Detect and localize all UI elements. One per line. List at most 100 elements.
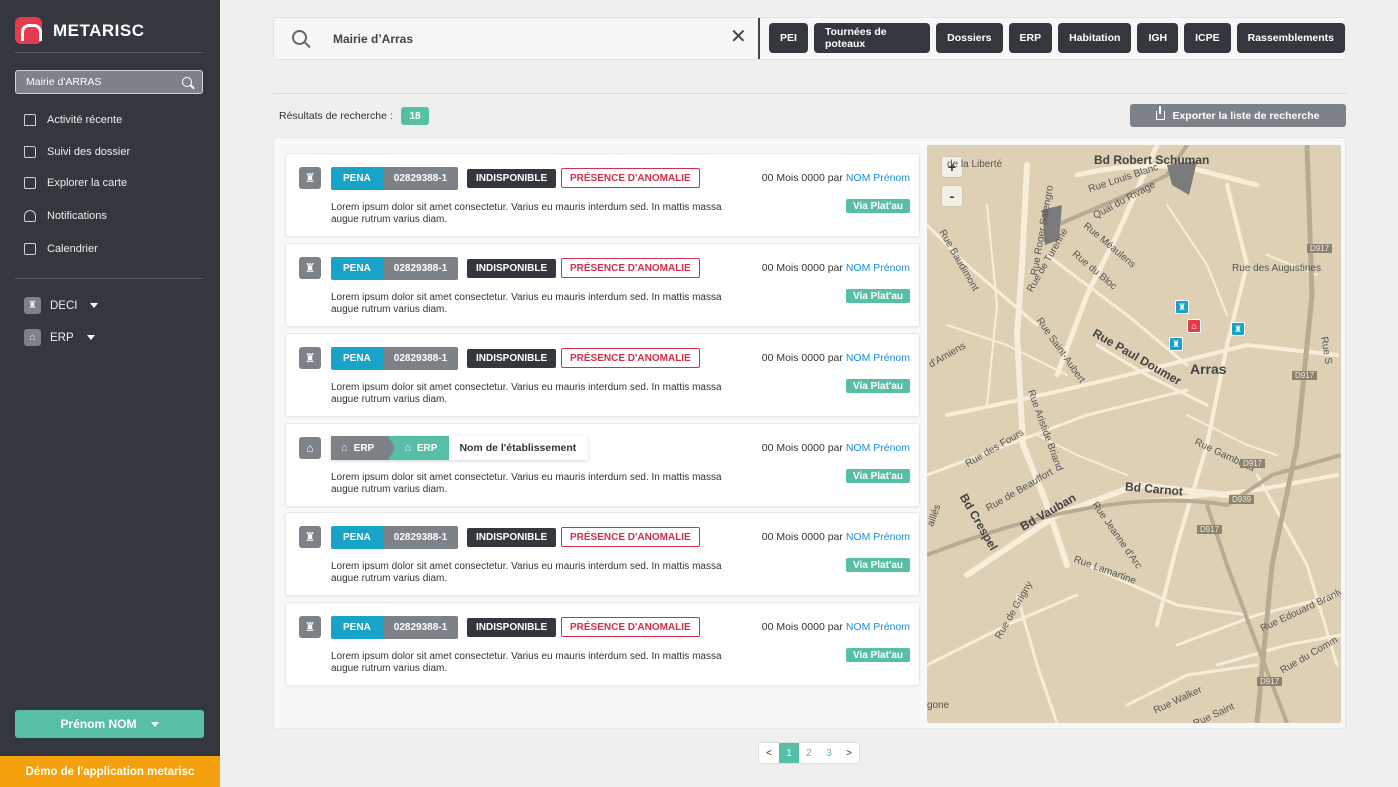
- via-badge: Via Plat'au: [846, 648, 910, 662]
- filter-dossiers[interactable]: Dossiers: [936, 23, 1003, 53]
- map-label: Rue des Augustines: [1232, 263, 1321, 274]
- section-label: DECI: [50, 299, 78, 312]
- road-number-tag: D917: [1197, 525, 1223, 534]
- page-button[interactable]: 2: [799, 743, 819, 763]
- export-button[interactable]: Exporter la liste de recherche: [1130, 104, 1346, 127]
- via-badge: Via Plat'au: [846, 558, 910, 572]
- card-description: Lorem ipsum dolor sit amet consectetur. …: [331, 382, 722, 405]
- results-map[interactable]: + - Bd Robert Schuman Rue Louis Blanc Qu…: [927, 145, 1341, 723]
- filter-bar: PEI Tournées de poteaux Dossiers ERP Hab…: [769, 23, 1345, 53]
- status-badge: INDISPONIBLE: [467, 528, 557, 547]
- result-card[interactable]: ♜ PENA 02829388-1 INDISPONIBLE PRÉSENCE …: [285, 243, 920, 327]
- pei-number: 02829388-1: [382, 167, 459, 190]
- header-divider: [273, 93, 1346, 94]
- pei-type: PENA: [331, 526, 383, 549]
- filter-icpe[interactable]: ICPE: [1184, 23, 1231, 53]
- pei-id-tag: PENA 02829388-1: [331, 347, 459, 370]
- author-link[interactable]: NOM Prénom: [846, 352, 910, 364]
- pei-type: PENA: [331, 167, 383, 190]
- search-icon: [292, 30, 307, 45]
- filter-rassemblements[interactable]: Rassemblements: [1236, 23, 1345, 53]
- card-date: 00 Mois 0000 par: [761, 531, 843, 543]
- anomaly-badge: PRÉSENCE D'ANOMALIE: [561, 348, 700, 368]
- calendar-icon: [24, 243, 36, 255]
- hydrant-map-pin-icon[interactable]: ♜: [1231, 322, 1245, 336]
- hydrant-icon: ♜: [24, 297, 41, 314]
- house-icon: [24, 114, 36, 126]
- author-link[interactable]: NOM Prénom: [846, 442, 910, 454]
- road-number-tag: D917: [1240, 459, 1266, 468]
- result-card[interactable]: ♜ PENA 02829388-1 INDISPONIBLE PRÉSENCE …: [285, 153, 920, 237]
- card-meta: 00 Mois 0000 par NOM Prénom: [762, 172, 910, 184]
- card-description: Lorem ipsum dolor sit amet consectetur. …: [331, 202, 722, 225]
- map-label: gone: [927, 700, 950, 711]
- card-description: Lorem ipsum dolor sit amet consectetur. …: [331, 472, 722, 495]
- pei-id-tag: PENA 02829388-1: [331, 167, 459, 190]
- sidebar-search-value: Mairie d'ARRAS: [26, 76, 102, 88]
- nav-item-activite[interactable]: Activité récente: [24, 114, 122, 126]
- hydrant-map-pin-icon[interactable]: ♜: [1169, 337, 1183, 351]
- road-number-tag: D917: [1292, 371, 1318, 380]
- search-icon[interactable]: [182, 77, 192, 87]
- pei-type: PENA: [331, 616, 383, 639]
- result-card[interactable]: ♜ PENA 02829388-1 INDISPONIBLE PRÉSENCE …: [285, 602, 920, 686]
- page-button[interactable]: 3: [819, 743, 839, 763]
- card-date: 00 Mois 0000 par: [761, 172, 843, 184]
- export-label: Exporter la liste de recherche: [1172, 109, 1320, 122]
- nav-item-calendrier[interactable]: Calendrier: [24, 243, 98, 255]
- via-badge: Via Plat'au: [846, 379, 910, 393]
- filter-igh[interactable]: IGH: [1137, 23, 1179, 53]
- map-icon: [24, 177, 36, 189]
- hydrant-icon: ♜: [299, 347, 321, 369]
- erp-category-tag: ⌂ ERP: [388, 436, 450, 460]
- author-link[interactable]: NOM Prénom: [846, 172, 910, 184]
- pei-id-tag: PENA 02829388-1: [331, 616, 459, 639]
- result-card[interactable]: ⌂ ⌂ ERP ⌂ ERP Nom de l'établissement 00 Mo…: [285, 423, 920, 507]
- pei-id-tag: PENA 02829388-1: [331, 257, 459, 280]
- filter-erp[interactable]: ERP: [1008, 23, 1053, 53]
- result-card[interactable]: ♜ PENA 02829388-1 INDISPONIBLE PRÉSENCE …: [285, 512, 920, 596]
- results-label: Résultats de recherche :: [279, 110, 393, 122]
- author-link[interactable]: NOM Prénom: [846, 621, 910, 633]
- chevron-down-icon: [150, 721, 159, 727]
- next-page-button[interactable]: >: [839, 743, 859, 763]
- nav-item-label: Calendrier: [47, 243, 98, 255]
- nav-item-label: Notifications: [47, 210, 107, 222]
- user-menu-button[interactable]: Prénom NOM: [15, 710, 204, 738]
- building-map-pin-icon[interactable]: ⌂: [1187, 319, 1201, 333]
- folder-icon: [24, 146, 36, 158]
- card-meta: 00 Mois 0000 par NOM Prénom: [762, 531, 910, 543]
- nav-item-notifications[interactable]: Notifications: [24, 210, 107, 222]
- card-meta: 00 Mois 0000 par NOM Prénom: [762, 442, 910, 454]
- filter-habitation[interactable]: Habitation: [1058, 23, 1132, 53]
- clear-search-icon[interactable]: ✕: [730, 27, 747, 47]
- search-input[interactable]: Mairie d’Arras: [333, 32, 413, 46]
- brand[interactable]: METARISC: [15, 17, 145, 44]
- filter-tournees[interactable]: Tournées de poteaux: [813, 23, 931, 53]
- author-link[interactable]: NOM Prénom: [846, 262, 910, 274]
- hydrant-map-pin-icon[interactable]: ♜: [1175, 300, 1189, 314]
- chevron-down-icon: [90, 303, 99, 308]
- global-search-bar: Mairie d’Arras ✕ PEI Tournées de poteaux…: [273, 17, 1346, 60]
- map-city-label: Arras: [1190, 361, 1227, 377]
- card-date: 00 Mois 0000 par: [761, 621, 843, 633]
- filter-pei[interactable]: PEI: [769, 23, 808, 53]
- result-card[interactable]: ♜ PENA 02829388-1 INDISPONIBLE PRÉSENCE …: [285, 333, 920, 417]
- pei-type: PENA: [331, 347, 383, 370]
- zoom-out-button[interactable]: -: [941, 185, 963, 207]
- author-link[interactable]: NOM Prénom: [846, 531, 910, 543]
- nav-item-suivi[interactable]: Suivi des dossier: [24, 146, 130, 158]
- section-deci[interactable]: ♜ DECI: [24, 297, 99, 314]
- hydrant-icon: ♜: [299, 167, 321, 189]
- prev-page-button[interactable]: <: [759, 743, 779, 763]
- nav-item-carte[interactable]: Explorer la carte: [24, 177, 127, 189]
- export-icon: [1156, 106, 1166, 120]
- results-panel: ♜ PENA 02829388-1 INDISPONIBLE PRÉSENCE …: [273, 137, 1346, 729]
- card-description: Lorem ipsum dolor sit amet consectetur. …: [331, 651, 722, 674]
- page-button[interactable]: 1: [779, 743, 799, 763]
- sidebar-search-input[interactable]: Mairie d'ARRAS: [15, 70, 203, 94]
- section-erp[interactable]: ⌂ ERP: [24, 329, 95, 346]
- hydrant-icon: ♜: [299, 257, 321, 279]
- nav-item-label: Activité récente: [47, 114, 123, 126]
- status-badge: INDISPONIBLE: [467, 618, 557, 637]
